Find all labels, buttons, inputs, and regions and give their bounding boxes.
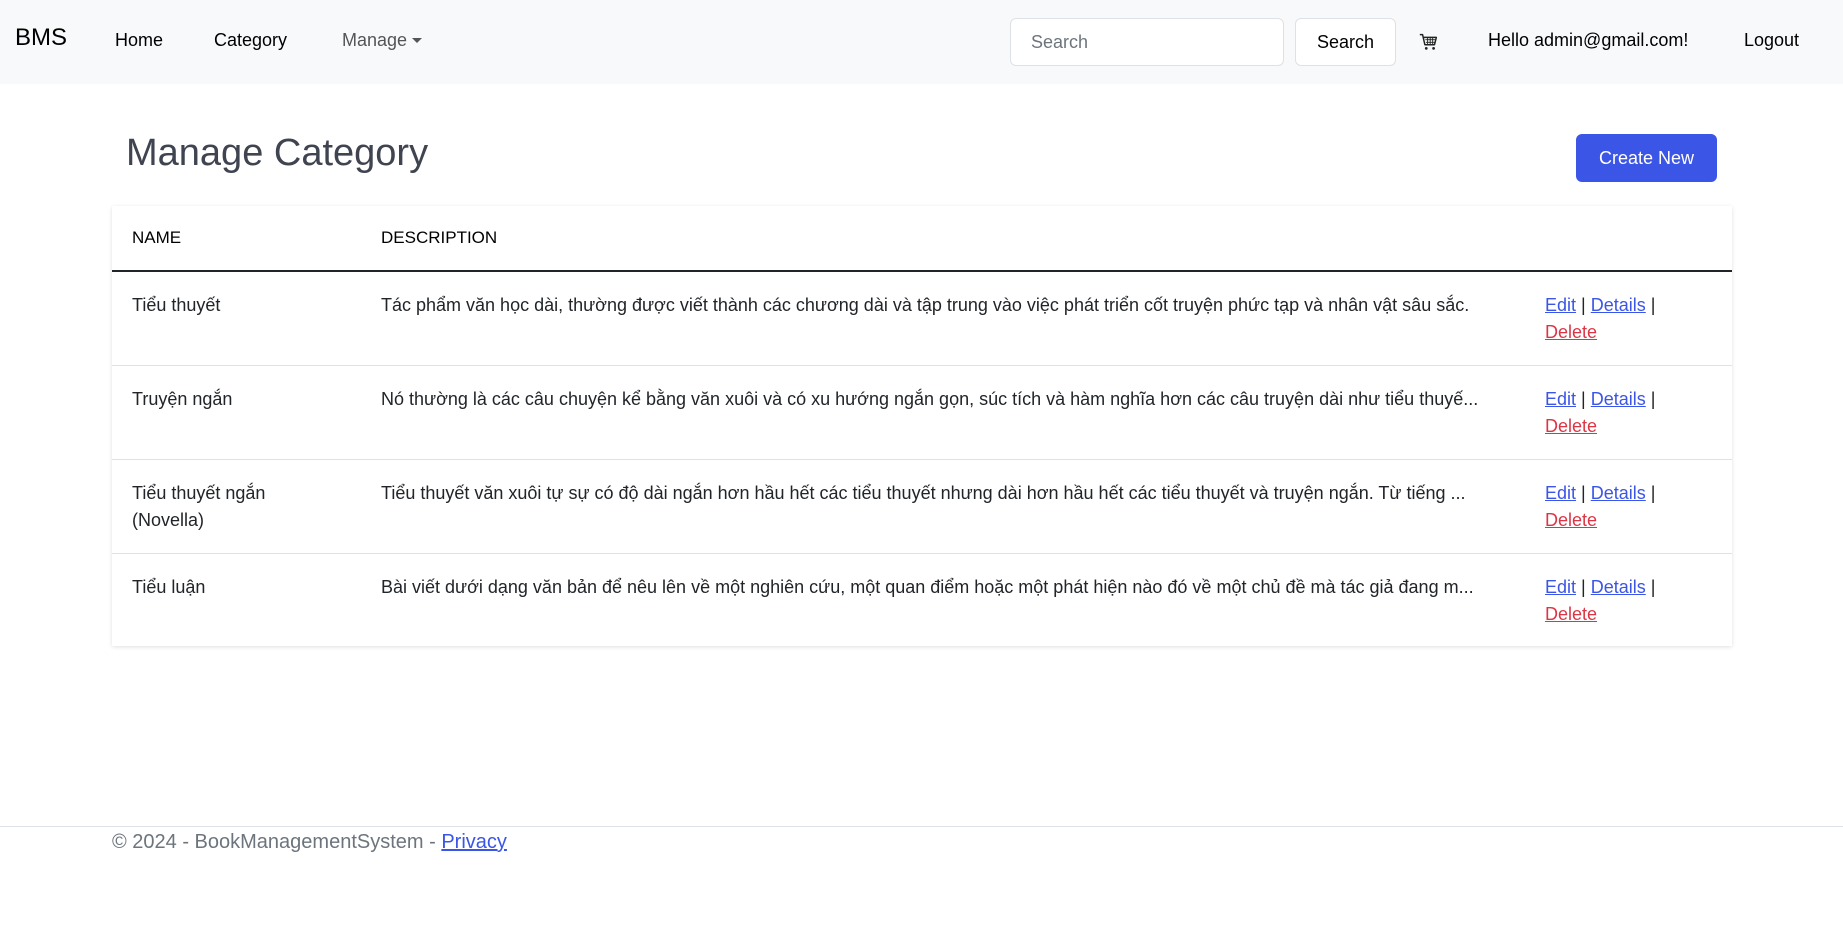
edit-link[interactable]: Edit: [1545, 295, 1576, 315]
separator: |: [1581, 577, 1586, 597]
search-input[interactable]: [1010, 18, 1284, 66]
table-row: Truyện ngắn Nó thường là các câu chuyện …: [112, 366, 1732, 460]
caret-down-icon: [412, 38, 423, 43]
edit-link[interactable]: Edit: [1545, 483, 1576, 503]
page-title: Manage Category: [126, 132, 429, 174]
navbar: BMS Home Category Manage Search Hello ad…: [0, 0, 1843, 84]
table-row: Tiểu thuyết ngắn (Novella) Tiểu thuyết v…: [112, 460, 1732, 554]
logout-link[interactable]: Logout: [1744, 30, 1799, 51]
table-row: Tiểu luận Bài viết dưới dạng văn bản để …: [112, 554, 1732, 646]
cell-name: Tiểu luận: [132, 577, 206, 597]
cell-description: Tiểu thuyết văn xuôi tự sự có độ dài ngắ…: [381, 483, 1466, 503]
privacy-link[interactable]: Privacy: [441, 831, 507, 853]
table-header: NAME DESCRIPTION: [112, 206, 1732, 272]
row-actions: Edit | Details | Delete: [1545, 386, 1715, 440]
details-link[interactable]: Details: [1591, 483, 1646, 503]
edit-link[interactable]: Edit: [1545, 577, 1576, 597]
details-link[interactable]: Details: [1591, 577, 1646, 597]
cell-description: Tác phẩm văn học dài, thường được viết t…: [381, 295, 1470, 315]
separator: |: [1581, 389, 1586, 409]
cart-icon[interactable]: [1418, 31, 1440, 53]
row-actions: Edit | Details | Delete: [1545, 574, 1715, 628]
cell-description: Bài viết dưới dạng văn bản để nêu lên về…: [381, 577, 1474, 597]
brand-logo[interactable]: BMS: [15, 24, 67, 52]
separator: |: [1650, 483, 1656, 503]
cell-name: Tiểu thuyết ngắn (Novella): [132, 483, 266, 530]
cell-description: Nó thường là các câu chuyện kể bằng văn …: [381, 389, 1479, 409]
separator: |: [1581, 483, 1586, 503]
edit-link[interactable]: Edit: [1545, 389, 1576, 409]
column-header-name: NAME: [132, 228, 182, 247]
delete-link[interactable]: Delete: [1545, 510, 1597, 530]
row-actions: Edit | Details | Delete: [1545, 292, 1715, 346]
nav-category-link[interactable]: Category: [214, 30, 287, 51]
details-link[interactable]: Details: [1591, 389, 1646, 409]
cell-name: Tiểu thuyết: [132, 295, 221, 315]
user-greeting[interactable]: Hello admin@gmail.com!: [1488, 30, 1688, 51]
footer-copyright: © 2024 - BookManagementSystem -: [112, 831, 436, 853]
footer: © 2024 - BookManagementSystem - Privacy: [112, 831, 507, 854]
search-button[interactable]: Search: [1295, 18, 1396, 66]
delete-link[interactable]: Delete: [1545, 322, 1597, 342]
row-actions: Edit | Details | Delete: [1545, 480, 1715, 534]
column-header-description: DESCRIPTION: [381, 228, 498, 247]
separator: |: [1650, 577, 1656, 597]
nav-home-link[interactable]: Home: [115, 30, 163, 51]
table-row: Tiểu thuyết Tác phẩm văn học dài, thường…: [112, 272, 1732, 366]
footer-divider: [0, 826, 1843, 827]
separator: |: [1650, 295, 1656, 315]
separator: |: [1650, 389, 1656, 409]
separator: |: [1581, 295, 1586, 315]
nav-manage-label: Manage: [342, 30, 408, 50]
nav-manage-dropdown[interactable]: Manage: [342, 30, 423, 51]
category-table: NAME DESCRIPTION Tiểu thuyết Tác phẩm vă…: [112, 206, 1732, 646]
delete-link[interactable]: Delete: [1545, 604, 1597, 624]
create-new-button[interactable]: Create New: [1576, 134, 1717, 182]
delete-link[interactable]: Delete: [1545, 416, 1597, 436]
cell-name: Truyện ngắn: [132, 389, 233, 409]
details-link[interactable]: Details: [1591, 295, 1646, 315]
